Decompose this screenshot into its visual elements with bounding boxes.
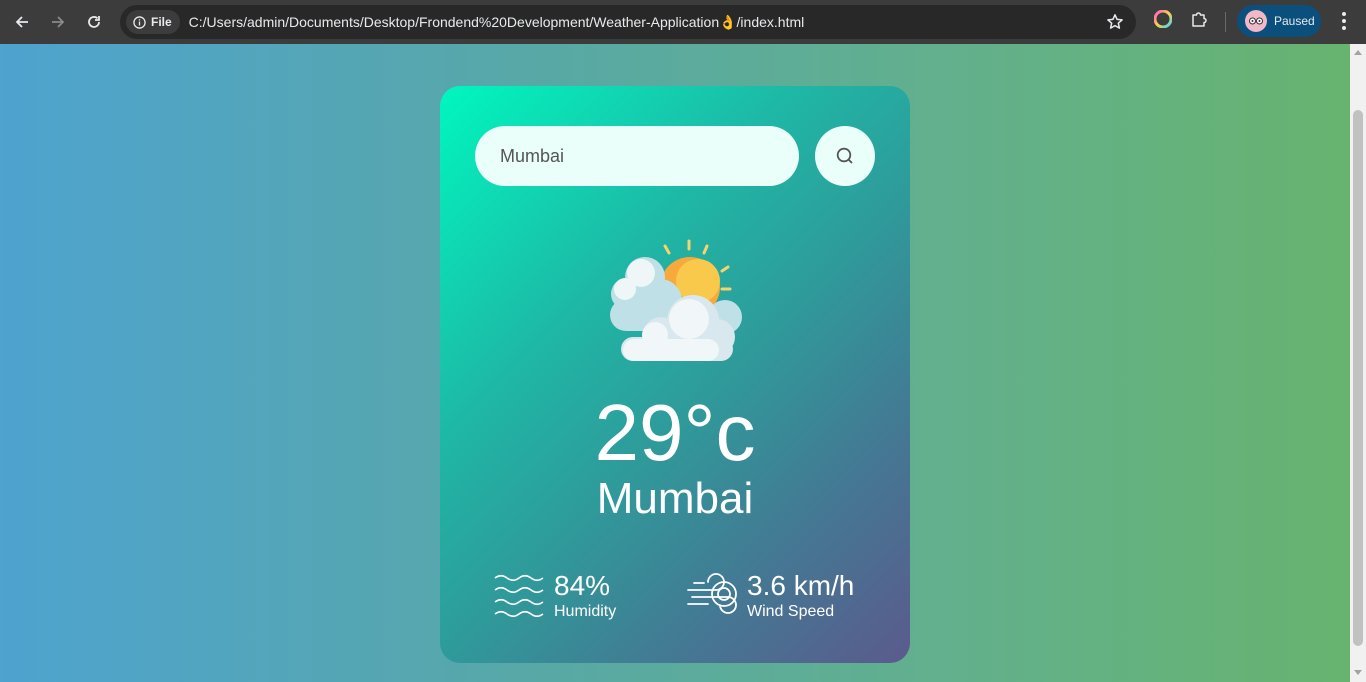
city-search-input[interactable] (475, 126, 799, 186)
profile-status-label: Paused (1274, 14, 1315, 28)
forward-button[interactable] (40, 4, 76, 40)
address-bar[interactable]: File C:/Users/admin/Documents/Desktop/Fr… (120, 5, 1136, 39)
scrollbar-thumb[interactable] (1353, 110, 1363, 646)
back-arrow-icon (15, 16, 28, 28)
wind-speed-label: Wind Speed (747, 603, 835, 620)
temperature-display: 29°c (594, 388, 756, 477)
url-text[interactable]: C:/Users/admin/Documents/Desktop/Fronden… (189, 14, 805, 31)
humidity-label: Humidity (554, 603, 617, 620)
scroll-down-arrow-icon[interactable] (1354, 670, 1362, 675)
search-icon (836, 147, 853, 164)
vertical-scrollbar[interactable] (1350, 44, 1366, 682)
humidity-value: 84% (554, 570, 611, 601)
info-icon (133, 15, 146, 29)
wind-speed-value: 3.6 km/h (747, 570, 855, 601)
avatar (1245, 10, 1267, 32)
search-button[interactable] (815, 126, 875, 186)
site-info-chip[interactable]: File (126, 10, 180, 34)
humidity-waves-icon (494, 574, 544, 618)
site-info-label: File (151, 15, 172, 29)
forward-arrow-icon (52, 16, 65, 28)
more-menu-icon[interactable] (1334, 10, 1354, 37)
scroll-up-arrow-icon[interactable] (1354, 50, 1362, 55)
city-name: Mumbai (596, 474, 754, 523)
browser-toolbar: File C:/Users/admin/Documents/Desktop/Fr… (0, 0, 1366, 44)
reload-button[interactable] (76, 4, 112, 40)
reload-icon (88, 16, 100, 28)
humidity-detail: 84% Humidity (494, 570, 616, 622)
back-button[interactable] (4, 4, 40, 40)
weather-card: 29°c Mumbai 84% Humidity (440, 86, 910, 663)
profile-button[interactable]: Paused (1237, 5, 1321, 37)
page-background: 29°c Mumbai 84% Humidity (0, 44, 1350, 682)
bookmark-star-icon[interactable] (1106, 13, 1124, 36)
wind-icon (687, 573, 737, 614)
color-extension-icon[interactable] (1153, 9, 1173, 33)
wind-detail: 3.6 km/h Wind Speed (686, 570, 854, 622)
sun-behind-clouds-icon (605, 239, 745, 366)
extensions-puzzle-icon[interactable] (1190, 10, 1208, 33)
toolbar-divider (1225, 12, 1226, 32)
